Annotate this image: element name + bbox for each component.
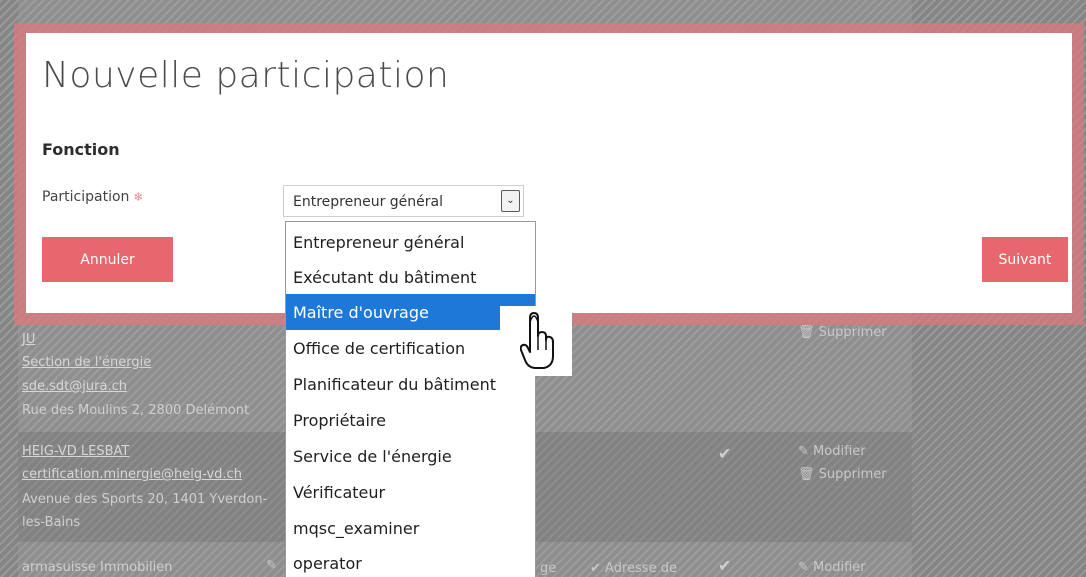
next-button[interactable]: Suivant bbox=[982, 237, 1068, 282]
dropdown-option[interactable]: Exécutant du bâtiment bbox=[286, 259, 535, 295]
cancel-button[interactable]: Annuler bbox=[42, 237, 173, 282]
dropdown-option[interactable]: Propriétaire bbox=[286, 402, 535, 438]
pencil-icon: ✎ bbox=[266, 558, 277, 573]
participation-select[interactable]: Entrepreneur général ⌄ bbox=[283, 185, 524, 217]
participant-name[interactable]: HEIG-VD LESBAT bbox=[22, 444, 129, 459]
modal-title: Nouvelle participation bbox=[42, 55, 450, 96]
dropdown-option[interactable]: Planificateur du bâtiment bbox=[286, 366, 535, 402]
edit-action[interactable]: ✎ Modifier bbox=[798, 444, 866, 459]
edit-label: Modifier bbox=[813, 444, 866, 459]
participation-select-value: Entrepreneur général bbox=[293, 194, 443, 210]
participant-email[interactable]: certification.minergie@heig-vd.ch bbox=[22, 467, 242, 482]
pointer-hand-cursor bbox=[500, 306, 572, 376]
participant-email[interactable]: sde.sdt@jura.ch bbox=[22, 379, 127, 394]
participant-department[interactable]: Section de l'énergie bbox=[22, 355, 151, 370]
dropdown-option[interactable]: Service de l'énergie bbox=[286, 438, 535, 474]
pencil-icon: ✎ bbox=[798, 444, 809, 459]
chevron-down-icon[interactable]: ⌄ bbox=[501, 190, 520, 212]
participant-name[interactable]: JU bbox=[22, 332, 35, 347]
participant-name[interactable]: armasuisse Immobilien bbox=[22, 560, 172, 575]
address-flag-label: Adresse de bbox=[605, 561, 677, 576]
check-icon: ✔ bbox=[718, 556, 732, 575]
row-text: ge bbox=[540, 561, 557, 576]
required-icon: ❄ bbox=[133, 190, 144, 204]
edit-label: Modifier bbox=[813, 560, 866, 575]
participation-dropdown-list: Entrepreneur général Exécutant du bâtime… bbox=[285, 221, 536, 577]
dropdown-option[interactable]: operator bbox=[286, 545, 535, 577]
dropdown-option[interactable]: Vérificateur bbox=[286, 474, 535, 510]
dropdown-option[interactable]: Office de certification bbox=[286, 330, 535, 366]
participant-address-cont: les-Bains bbox=[22, 515, 81, 530]
dropdown-option[interactable]: mqsc_examiner bbox=[286, 510, 535, 546]
trash-icon: 🗑 bbox=[798, 467, 815, 482]
pencil-icon: ✎ bbox=[798, 560, 809, 575]
hand-cursor-icon bbox=[520, 312, 554, 369]
new-participation-modal: Nouvelle participation Fonction Particip… bbox=[26, 33, 1072, 313]
participation-label: Participation ❄ bbox=[42, 189, 143, 205]
delete-action[interactable]: 🗑 Supprimer bbox=[798, 325, 887, 340]
participant-address: Avenue des Sports 20, 1401 Yverdon- bbox=[22, 492, 268, 507]
participant-address: Rue des Moulins 2, 2800 Delémont bbox=[22, 403, 250, 418]
delete-label: Supprimer bbox=[818, 325, 887, 340]
section-title: Fonction bbox=[42, 140, 120, 159]
check-icon: ✔ bbox=[718, 444, 732, 463]
dropdown-option-highlighted[interactable]: Maître d'ouvrage bbox=[286, 294, 535, 330]
check-icon: ✔ bbox=[590, 561, 601, 576]
delete-label: Supprimer bbox=[818, 467, 887, 482]
dropdown-option[interactable]: Entrepreneur général bbox=[286, 224, 535, 260]
address-flag: ✔ Adresse de bbox=[590, 561, 677, 576]
trash-icon: 🗑 bbox=[798, 325, 815, 340]
delete-action[interactable]: 🗑 Supprimer bbox=[798, 467, 887, 482]
edit-action[interactable]: ✎ Modifier bbox=[798, 560, 866, 575]
participation-label-text: Participation bbox=[42, 189, 130, 205]
